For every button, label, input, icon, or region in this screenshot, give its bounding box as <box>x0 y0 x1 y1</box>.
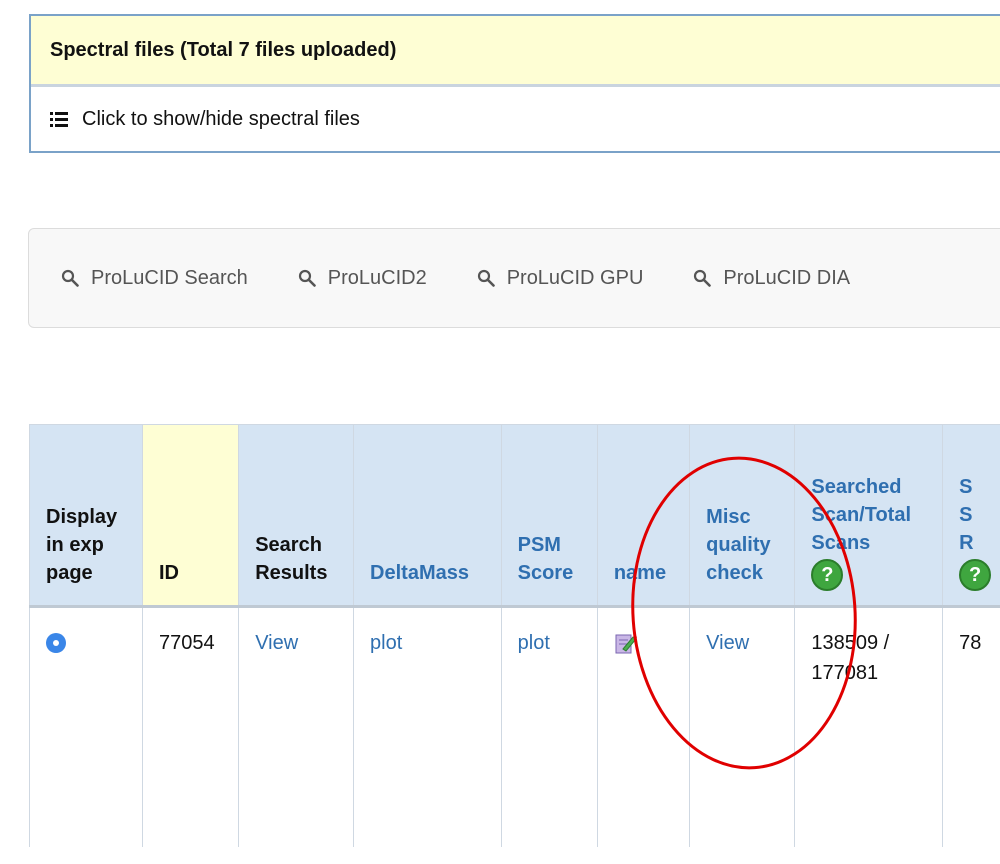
nav-prolucid-search[interactable]: ProLuCID Search <box>61 267 248 290</box>
header-misc-quality[interactable]: Misc quality check <box>690 425 795 607</box>
header-name[interactable]: name <box>597 425 689 607</box>
cell-name <box>597 607 689 847</box>
nav-item-label: ProLuCID Search <box>91 267 248 290</box>
cell-searched-scans: 138509 / 177081 <box>795 607 943 847</box>
header-next-label: S S R <box>959 473 979 557</box>
display-radio[interactable] <box>46 633 66 653</box>
search-nav: ProLuCID Search ProLuCID2 ProLuCID GPU P… <box>28 228 1000 328</box>
edit-icon[interactable] <box>614 632 638 656</box>
nav-prolucid2[interactable]: ProLuCID2 <box>298 267 427 290</box>
table-row: 77054 View plot plot View 138509 / 17708… <box>30 607 1000 847</box>
header-id[interactable]: ID <box>142 425 238 607</box>
spectral-files-panel: Spectral files (Total 7 files uploaded) … <box>29 14 1000 153</box>
header-display: Display in exp page <box>30 425 143 607</box>
cell-id: 77054 <box>142 607 238 847</box>
search-results-view-link[interactable]: View <box>239 607 354 847</box>
spectral-files-title: Spectral files (Total 7 files uploaded) <box>31 16 1000 87</box>
psm-score-plot-link[interactable]: plot <box>501 607 597 847</box>
header-deltamass[interactable]: DeltaMass <box>354 425 502 607</box>
misc-quality-view-link[interactable]: View <box>690 607 795 847</box>
cell-next: 78 <box>943 607 1000 847</box>
cell-display <box>30 607 143 847</box>
nav-item-label: ProLuCID2 <box>328 267 427 290</box>
header-next-column[interactable]: S S R ? <box>943 425 1000 607</box>
nav-item-label: ProLuCID DIA <box>723 267 850 290</box>
nav-item-label: ProLuCID GPU <box>507 267 644 290</box>
header-searched-scans[interactable]: Searched Scan/Total Scans ? <box>795 425 943 607</box>
nav-prolucid-gpu[interactable]: ProLuCID GPU <box>477 267 644 290</box>
results-table: Display in exp page ID Search Results De… <box>29 424 1000 847</box>
help-icon[interactable]: ? <box>959 559 991 591</box>
header-search-results: Search Results <box>239 425 354 607</box>
header-searched-label: Searched Scan/Total Scans <box>811 473 932 557</box>
nav-prolucid-dia[interactable]: ProLuCID DIA <box>693 267 850 290</box>
table-header-row: Display in exp page ID Search Results De… <box>30 425 1000 607</box>
help-icon[interactable]: ? <box>811 559 843 591</box>
spectral-files-toggle[interactable]: Click to show/hide spectral files <box>31 87 1000 151</box>
results-table-wrap: Display in exp page ID Search Results De… <box>29 424 1000 864</box>
header-psm-score[interactable]: PSM Score <box>501 425 597 607</box>
search-icon <box>61 269 79 287</box>
search-icon <box>477 269 495 287</box>
spectral-files-toggle-label: Click to show/hide spectral files <box>82 108 360 131</box>
list-icon <box>50 112 68 127</box>
search-icon <box>298 269 316 287</box>
search-icon <box>693 269 711 287</box>
deltamass-plot-link[interactable]: plot <box>354 607 502 847</box>
